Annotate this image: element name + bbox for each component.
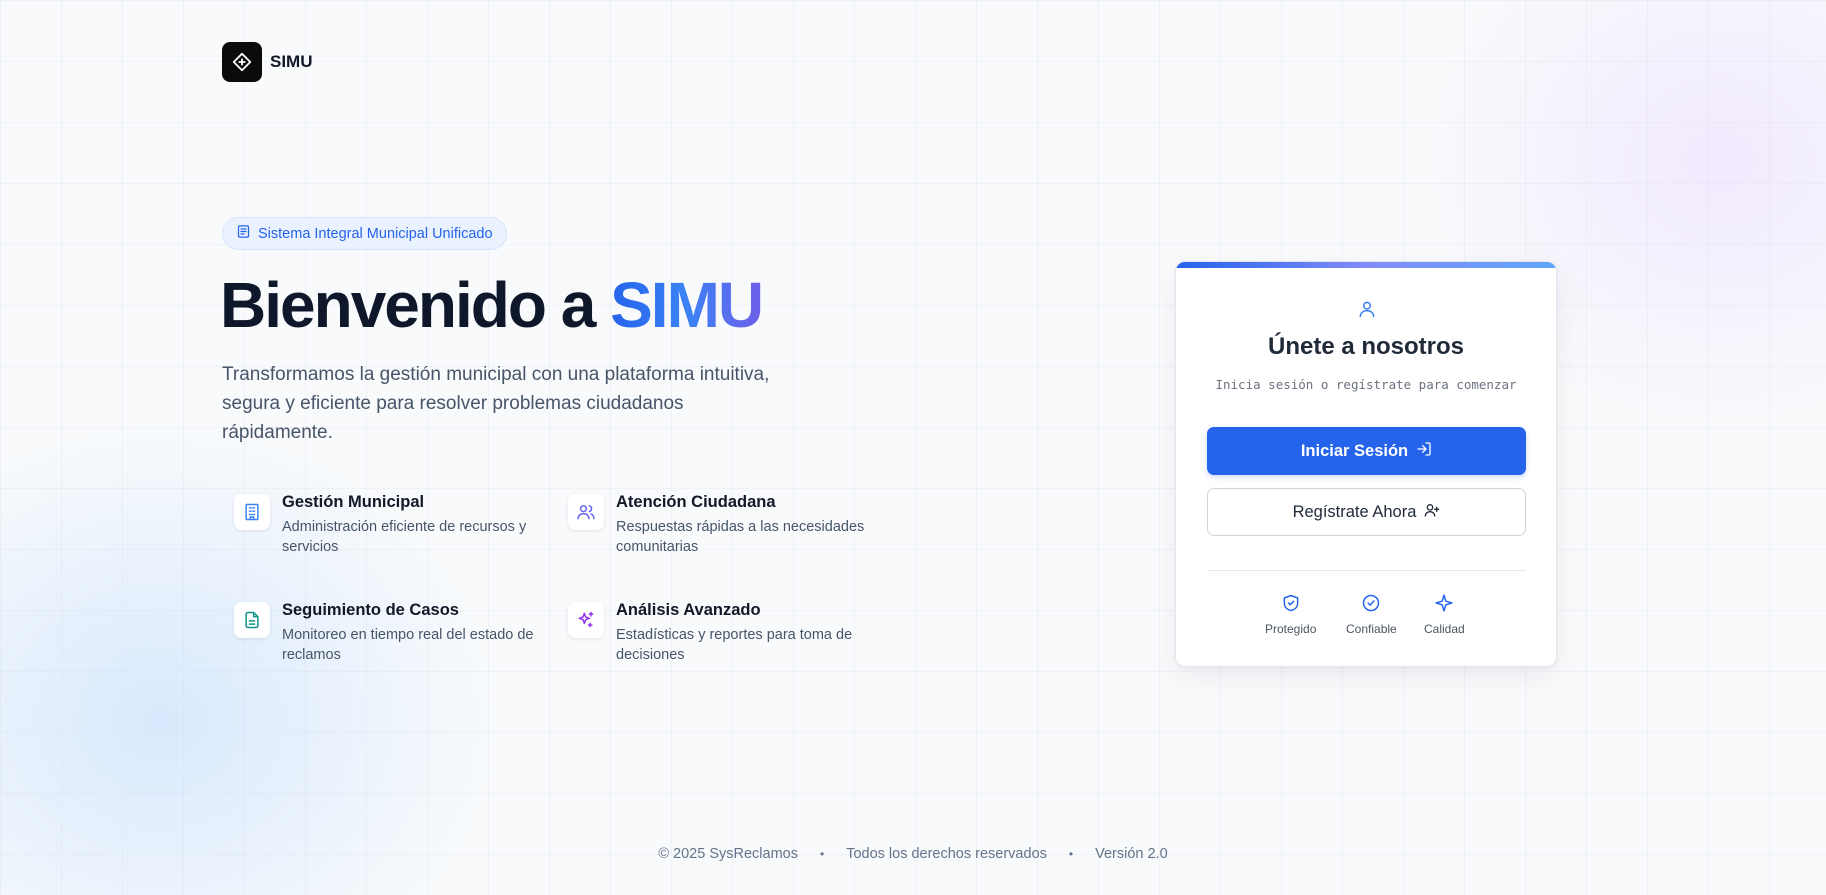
feature-gestion-municipal: Gestión Municipal Administración eficien… <box>234 491 534 557</box>
trust-calidad: Calidad <box>1424 593 1465 636</box>
user-plus-icon <box>1424 502 1440 523</box>
document-list-icon <box>236 224 251 243</box>
feature-title: Análisis Avanzado <box>616 601 761 619</box>
footer-rights: Todos los derechos reservados <box>846 846 1047 862</box>
feature-atencion-ciudadana: Atención Ciudadana Respuestas rápidas a … <box>568 491 868 557</box>
card-divider <box>1207 570 1526 571</box>
system-badge: Sistema Integral Municipal Unificado <box>222 217 507 250</box>
badge-check-icon <box>1361 593 1381 618</box>
feature-analisis-avanzado: Análisis Avanzado Estadísticas y reporte… <box>568 599 898 665</box>
login-button[interactable]: Iniciar Sesión <box>1207 427 1526 475</box>
page-title: Bienvenido a SIMU <box>220 268 764 342</box>
diamond-logo-icon <box>222 42 262 82</box>
feature-description: Respuestas rápidas a las necesidades com… <box>616 519 865 555</box>
file-text-icon <box>234 602 270 638</box>
auth-card: Únete a nosotros Inicia sesión o regístr… <box>1175 261 1557 667</box>
feature-seguimiento-casos: Seguimiento de Casos Monitoreo en tiempo… <box>234 599 534 665</box>
footer-separator: • <box>819 847 825 861</box>
feature-description: Administración eficiente de recursos y s… <box>282 519 527 555</box>
trust-label: Protegido <box>1265 622 1317 636</box>
user-icon <box>1357 299 1377 324</box>
trust-protegido: Protegido <box>1265 593 1316 636</box>
building-icon <box>234 494 270 530</box>
brand-name: SIMU <box>270 52 313 71</box>
sparkles-icon <box>568 602 604 638</box>
page-title-prefix: Bienvenido a <box>220 269 596 341</box>
log-in-icon <box>1416 441 1432 462</box>
hero-description: Transformamos la gestión municipal con u… <box>222 364 770 443</box>
feature-description: Estadísticas y reportes para toma de dec… <box>616 627 853 663</box>
register-button[interactable]: Regístrate Ahora <box>1207 488 1526 536</box>
login-button-label: Iniciar Sesión <box>1300 441 1409 460</box>
trust-label: Confiable <box>1346 622 1397 636</box>
card-subtitle: Inicia sesión o regístrate para comenzar <box>1215 377 1517 392</box>
system-badge-label: Sistema Integral Municipal Unificado <box>258 225 493 242</box>
feature-description: Monitoreo en tiempo real del estado de r… <box>282 627 534 663</box>
footer-copyright: © 2025 SysReclamos <box>658 846 798 862</box>
page-title-highlight: SIMU <box>610 269 764 341</box>
footer: © 2025 SysReclamos • Todos los derechos … <box>0 846 1826 862</box>
footer-separator: • <box>1068 847 1074 861</box>
card-title: Únete a nosotros <box>1267 333 1465 360</box>
trust-confiable: Confiable <box>1346 593 1397 636</box>
trust-label: Calidad <box>1424 622 1465 636</box>
footer-version: Versión 2.0 <box>1095 846 1168 862</box>
users-icon <box>568 494 604 530</box>
sparkle-icon <box>1434 593 1454 618</box>
brand-logo[interactable]: SIMU <box>222 42 313 82</box>
register-button-label: Regístrate Ahora <box>1292 502 1417 521</box>
shield-check-icon <box>1281 593 1301 618</box>
feature-title: Atención Ciudadana <box>616 493 776 511</box>
feature-title: Seguimiento de Casos <box>282 601 459 619</box>
feature-title: Gestión Municipal <box>282 493 425 511</box>
card-accent-bar <box>1176 262 1556 268</box>
